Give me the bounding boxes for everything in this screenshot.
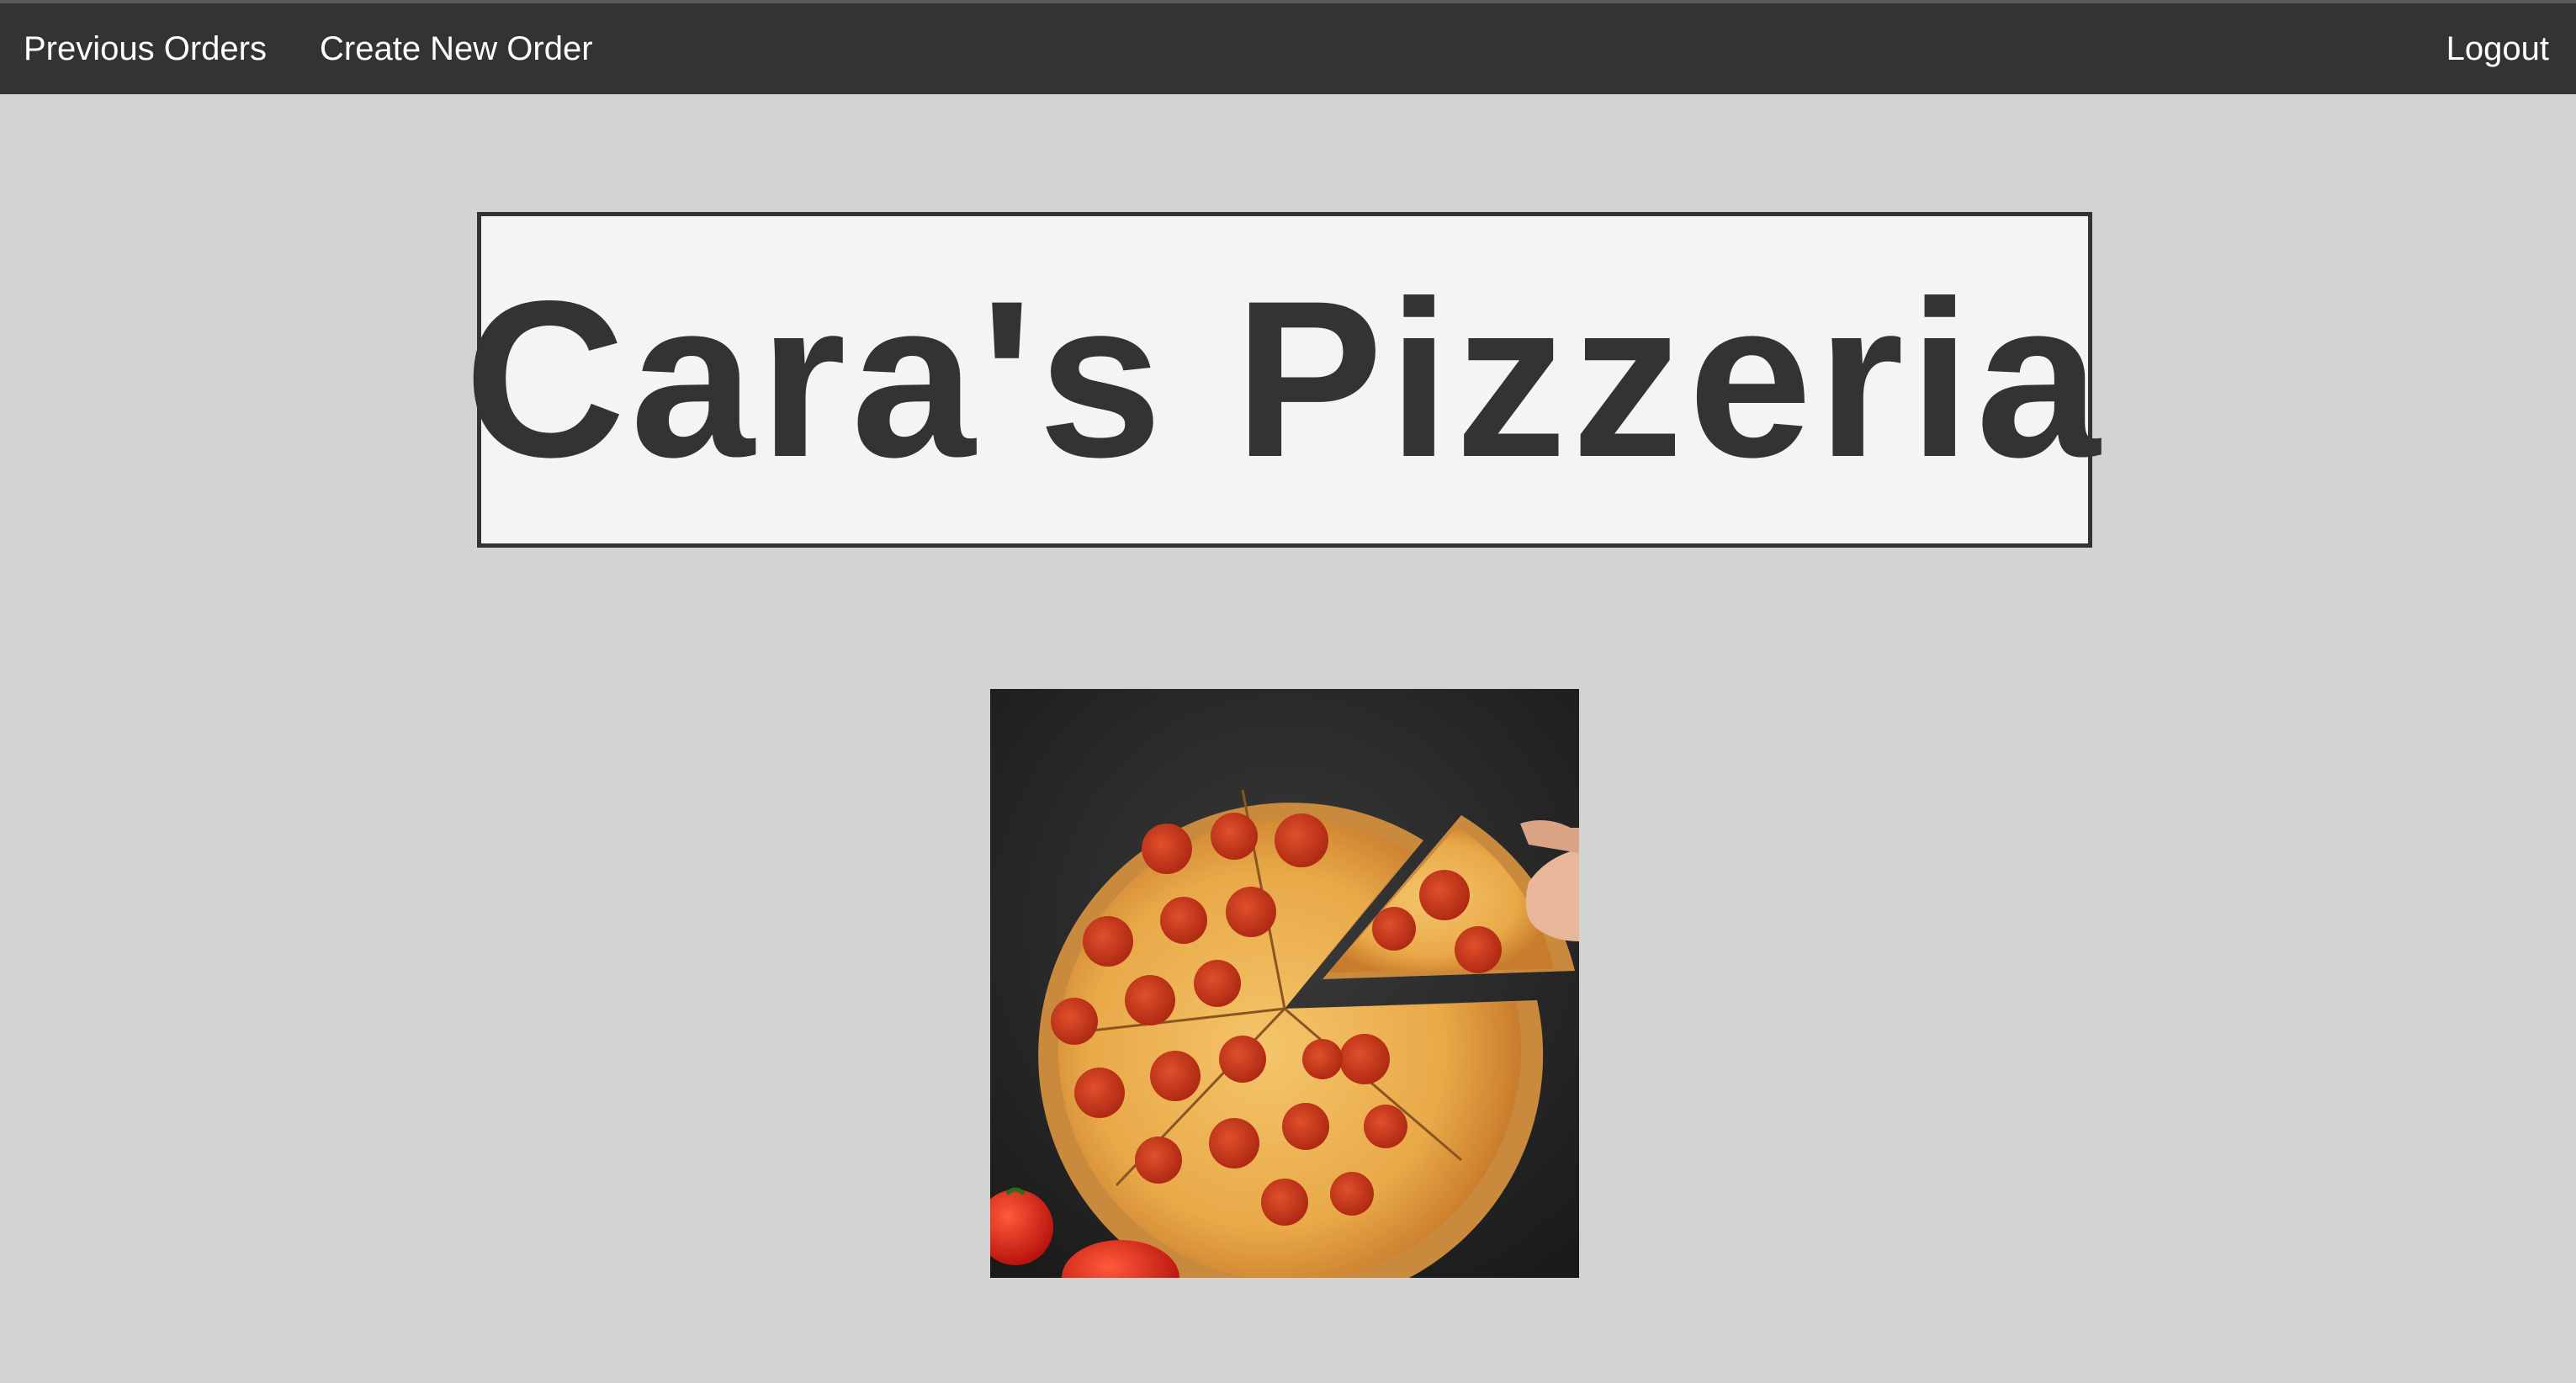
logout-link[interactable]: Logout — [2446, 3, 2549, 94]
create-new-order-link[interactable]: Create New Order — [320, 3, 593, 94]
page-title-box: Cara's Pizzeria — [464, 212, 2100, 548]
pizza-image — [990, 689, 1579, 1278]
top-navigation-bar: Previous Orders Create New Order Logout — [0, 0, 2576, 94]
page-title: Cara's Pizzeria — [464, 255, 2106, 504]
previous-orders-link[interactable]: Previous Orders — [24, 3, 267, 94]
